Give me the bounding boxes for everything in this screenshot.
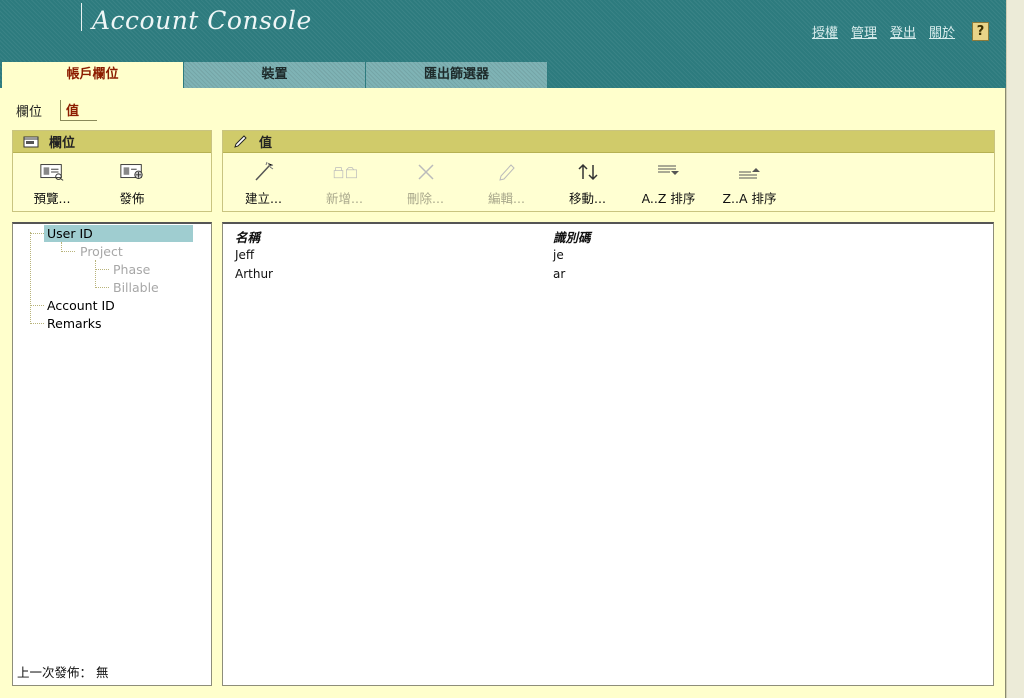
tree-line — [61, 251, 75, 252]
values-panel-header: 值 — [223, 131, 994, 153]
subnav-fields[interactable]: 欄位 — [16, 101, 60, 120]
preview-label: 預覽... — [33, 191, 71, 206]
sub-navigation: 欄位 值 — [16, 99, 98, 121]
delete-button[interactable]: 刪除... — [385, 153, 466, 209]
license-link[interactable]: 授權 — [812, 22, 838, 41]
create-icon — [251, 161, 277, 183]
delete-icon — [413, 161, 439, 183]
values-panel-title: 值 — [259, 136, 273, 151]
sort-az-button[interactable]: A..Z 排序 — [628, 153, 709, 209]
edit-button[interactable]: 編輯... — [466, 153, 547, 209]
move-icon — [575, 161, 601, 183]
tree-line — [30, 233, 44, 234]
sort-za-icon — [737, 161, 763, 183]
column-header-name[interactable]: 名稱 — [235, 227, 260, 246]
tree-item-account-id[interactable]: Account ID — [47, 297, 115, 314]
tree-item-project[interactable]: Project — [79, 243, 123, 260]
tree-line — [95, 287, 109, 288]
values-toolbar: 建立... 新增... 刪除... 編輯... 移動... A..Z 排序 Z.… — [223, 153, 994, 209]
tree-line — [95, 269, 109, 270]
subnav-values[interactable]: 值 — [60, 99, 98, 121]
cell-name: Arthur — [235, 267, 273, 281]
tree-line — [95, 260, 96, 288]
publish-icon — [119, 161, 145, 183]
sort-za-button[interactable]: Z..A 排序 — [709, 153, 790, 209]
publish-label: 發佈 — [119, 191, 145, 206]
fields-panel-title: 欄位 — [49, 136, 76, 151]
console-frame: Account Console 授權 管理 登出 關於 ? 帳戶欄位 裝置 匯出… — [0, 0, 1006, 698]
create-button[interactable]: 建立... — [223, 153, 304, 209]
tree-line — [30, 232, 31, 324]
values-panel: 值 建立... 新增... 刪除... 編輯... 移動... A..Z 排序 … — [222, 130, 995, 212]
logout-link[interactable]: 登出 — [890, 22, 916, 41]
delete-label: 刪除... — [407, 191, 444, 206]
sort-az-icon — [656, 161, 682, 183]
tree-item-remarks[interactable]: Remarks — [47, 315, 102, 332]
add-button[interactable]: 新增... — [304, 153, 385, 209]
tab-export-filters[interactable]: 匯出篩選器 — [366, 62, 548, 88]
last-publish-status: 上一次發佈： 無 — [17, 665, 109, 680]
tree-item-user-id[interactable]: User ID — [44, 225, 193, 242]
field-tree: User ID Project Phase Billable Account I… — [12, 222, 212, 686]
title-divider — [81, 3, 82, 31]
vertical-scrollbar[interactable] — [1006, 0, 1024, 698]
tree-item-phase[interactable]: Phase — [113, 261, 150, 278]
cell-id: ar — [553, 267, 566, 281]
fields-header-icon — [23, 135, 39, 149]
header-links: 授權 管理 登出 關於 — [812, 22, 968, 41]
admin-link[interactable]: 管理 — [851, 22, 877, 41]
sort-za-label: Z..A 排序 — [722, 191, 777, 206]
edit-label: 編輯... — [488, 191, 525, 206]
move-label: 移動... — [569, 191, 606, 206]
edit-icon — [494, 161, 520, 183]
fields-panel-header: 欄位 — [13, 131, 211, 153]
column-header-id[interactable]: 識別碼 — [553, 227, 591, 246]
create-label: 建立... — [245, 191, 282, 206]
publish-button[interactable]: 發佈 — [91, 153, 173, 209]
add-label: 新增... — [326, 191, 363, 206]
tree-line — [30, 305, 44, 306]
sort-az-label: A..Z 排序 — [641, 191, 696, 206]
tree-line — [30, 323, 44, 324]
cell-id: je — [553, 248, 564, 262]
fields-panel: 欄位 預覽... 發佈 — [12, 130, 212, 212]
move-button[interactable]: 移動... — [547, 153, 628, 209]
preview-icon — [39, 161, 65, 183]
main-tabs: 帳戶欄位 裝置 匯出篩選器 — [2, 62, 548, 88]
cell-name: Jeff — [235, 248, 255, 262]
tree-item-billable[interactable]: Billable — [113, 279, 159, 296]
preview-button[interactable]: 預覽... — [13, 153, 91, 209]
values-table: 名稱 識別碼 Jeff je Arthur ar — [222, 222, 994, 686]
pencil-icon — [233, 134, 249, 149]
fields-toolbar: 預覽... 發佈 — [13, 153, 211, 209]
help-icon[interactable]: ? — [972, 22, 989, 41]
tab-account-fields[interactable]: 帳戶欄位 — [2, 62, 184, 88]
app-title: Account Console — [92, 6, 312, 35]
tab-devices[interactable]: 裝置 — [184, 62, 366, 88]
add-icon — [332, 161, 358, 183]
about-link[interactable]: 關於 — [929, 22, 955, 41]
